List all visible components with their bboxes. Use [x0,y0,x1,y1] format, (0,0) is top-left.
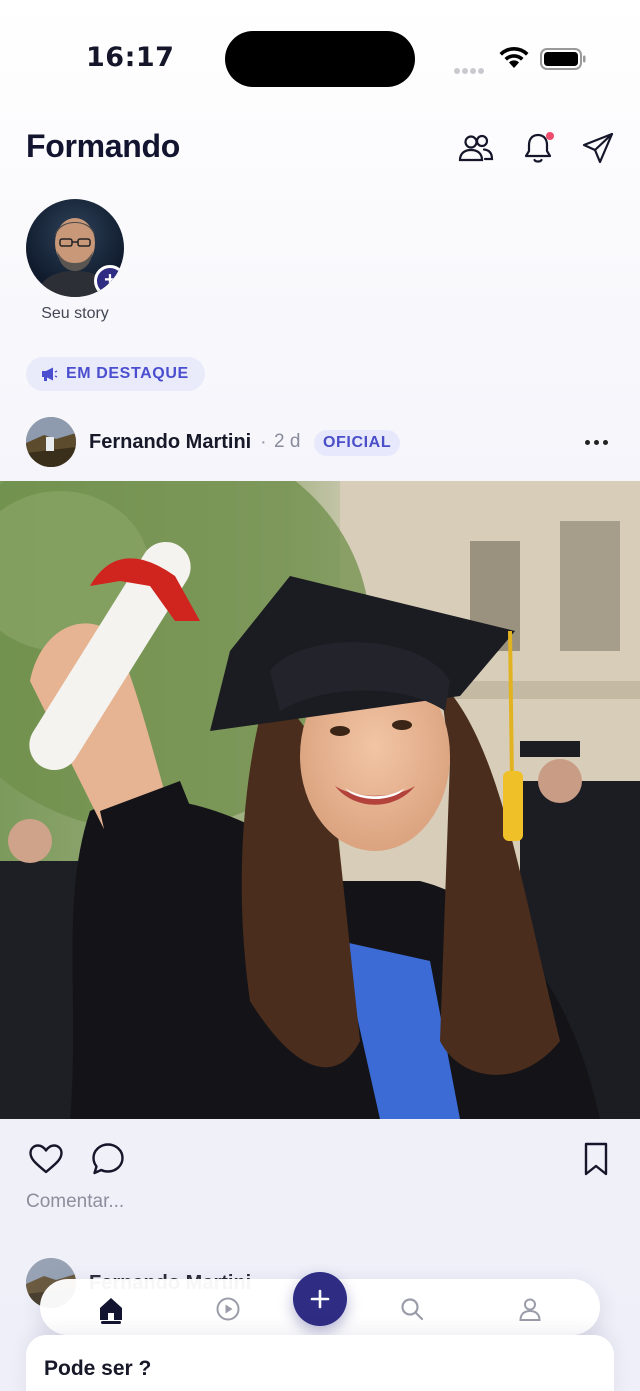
search-icon[interactable] [394,1291,430,1327]
wifi-icon [499,46,529,68]
story-label: Seu story [41,305,109,322]
people-icon[interactable] [458,130,494,166]
send-icon[interactable] [580,130,616,166]
status-bar: 16:17 [0,0,640,110]
battery-icon [540,48,586,70]
post-actions [26,1139,616,1183]
megaphone-icon [42,367,58,381]
post-image[interactable] [0,481,640,1119]
post-header: Fernando Martini · 2 d OFICIAL [26,417,616,469]
app-header: Formando [26,124,616,168]
play-icon[interactable] [210,1291,246,1327]
add-story-icon[interactable]: + [94,265,124,297]
your-story[interactable]: + Seu story [26,199,136,323]
bell-icon[interactable] [520,130,556,166]
add-post-button[interactable] [293,1272,347,1326]
avatar[interactable] [26,417,76,467]
dynamic-island [225,31,415,87]
status-time: 16:17 [86,42,175,73]
bookmark-icon[interactable] [576,1139,616,1179]
cellular-signal-icon [454,61,486,79]
featured-pill[interactable]: EM DESTAQUE [26,357,205,391]
sheet-title: Pode ser ? [44,1357,152,1380]
featured-label: EM DESTAQUE [66,365,189,382]
official-badge: OFICIAL [314,430,401,456]
like-icon[interactable] [26,1139,66,1179]
notification-dot [546,132,554,140]
profile-icon[interactable] [512,1291,548,1327]
more-options-icon[interactable] [576,429,616,455]
bottom-nav [40,1272,600,1335]
avatar: + [26,199,124,297]
separator: · [260,431,267,453]
bottom-sheet[interactable]: Pode ser ? [26,1335,614,1391]
post-time: 2 d [274,431,301,452]
active-indicator [101,1321,121,1324]
add-icon [310,1289,330,1309]
comment-icon[interactable] [88,1139,128,1179]
post-author[interactable]: Fernando Martini [89,431,251,454]
app-title: Formando [26,128,181,164]
comment-input[interactable]: Comentar... [26,1191,124,1213]
